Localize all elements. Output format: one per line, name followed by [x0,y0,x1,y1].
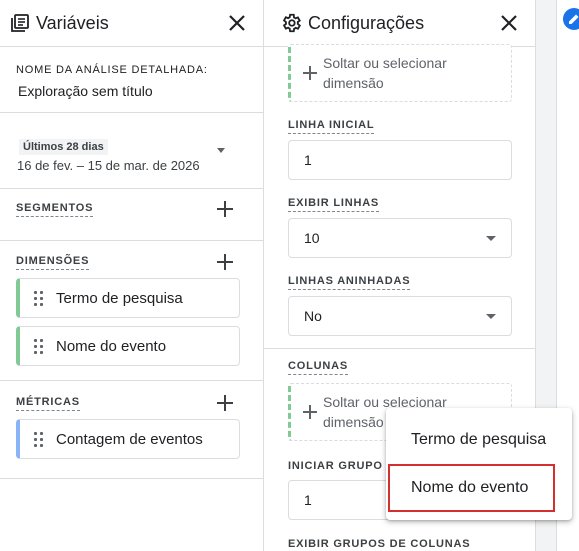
settings-header: Configurações [264,0,535,47]
chevron-down-icon [486,314,496,319]
drag-handle-icon[interactable] [34,431,44,447]
menu-item-highlighted[interactable]: Nome do evento [386,464,572,512]
dimension-dropdown-menu: Termo de pesquisa Nome do evento [386,408,572,520]
analysis-name-value[interactable]: Exploração sem título [18,83,247,99]
settings-title: Configurações [308,12,425,33]
show-rows-value: 10 [304,230,320,246]
dimension-chip-label: Termo de pesquisa [56,289,183,307]
nested-rows-label: LINHAS ANINHADAS [288,275,411,290]
date-preset-label: Últimos 28 dias [19,139,108,155]
dimension-chip[interactable]: Nome do evento [16,326,240,366]
plus-icon [303,405,317,419]
show-rows-label: EXIBIR LINHAS [288,197,380,212]
date-range-text: 16 de fev. – 15 de mar. de 2026 [17,158,200,173]
close-icon[interactable] [497,11,521,35]
gear-icon [280,12,302,34]
segments-label: SEGMENTOS [16,202,94,217]
analysis-name-section: NOME DA ANÁLISE DETALHADA: Exploração se… [0,47,263,113]
menu-item[interactable]: Termo de pesquisa [386,416,572,464]
analysis-name-label: NOME DA ANÁLISE DETALHADA: [16,64,208,76]
columns-label: COLUNAS [288,360,348,375]
drag-handle-icon[interactable] [34,290,44,306]
pencil-icon[interactable] [563,8,579,30]
start-row-input[interactable]: 1 [288,140,512,180]
list-box-icon [10,13,30,33]
variables-title: Variáveis [36,12,109,33]
add-dimension-button[interactable] [217,254,233,270]
drag-handle-icon[interactable] [34,338,44,354]
start-column-group-label: INICIAR GRUPO D [288,460,396,472]
show-column-groups-label: EXIBIR GRUPOS DE COLUNAS [288,538,471,550]
nested-rows-value: No [304,308,322,324]
variables-panel: Variáveis NOME DA ANÁLISE DETALHADA: Exp… [0,0,264,551]
add-metric-button[interactable] [217,395,233,411]
show-rows-select[interactable]: 10 [288,218,512,258]
plus-icon [303,66,317,80]
rows-drop-text: Soltar ou selecionar dimensão [323,55,447,91]
date-range-picker[interactable]: Últimos 28 dias 16 de fev. – 15 de mar. … [17,137,200,173]
dimension-chip-label: Nome do evento [56,337,167,355]
chevron-down-icon [486,236,496,241]
start-row-label: LINHA INICIAL [288,119,375,134]
dimensions-label: DIMENSÕES [16,255,90,270]
dimension-chip[interactable]: Termo de pesquisa [16,278,240,318]
close-icon[interactable] [225,11,249,35]
metrics-label: MÉTRICAS [16,396,80,411]
date-dropdown-icon[interactable] [217,148,225,153]
section-divider [264,348,535,349]
metric-chip-label: Contagem de eventos [56,430,203,448]
rows-drop-zone[interactable]: Soltar ou selecionar dimensão [288,44,512,102]
metric-chip[interactable]: Contagem de eventos [16,419,240,459]
variables-header: Variáveis [0,0,263,47]
add-segment-button[interactable] [217,201,233,217]
nested-rows-select[interactable]: No [288,296,512,336]
